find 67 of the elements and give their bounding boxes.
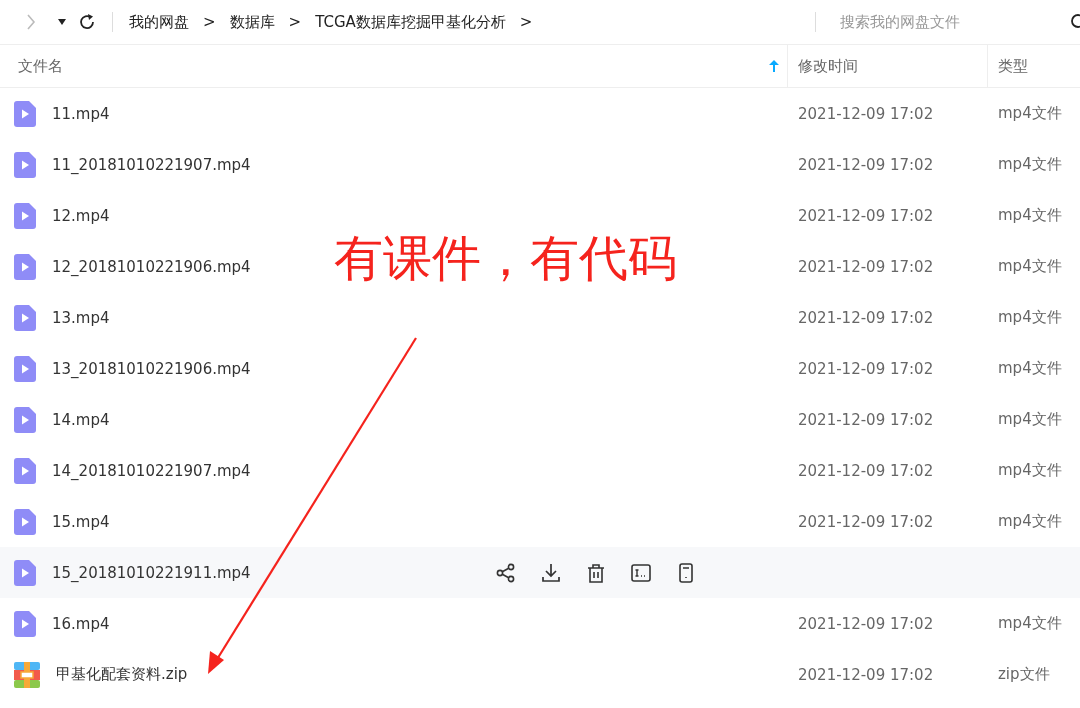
file-type: zip文件	[998, 665, 1050, 684]
file-type: mp4文件	[998, 155, 1062, 174]
file-type: mp4文件	[998, 257, 1062, 276]
download-icon[interactable]	[541, 562, 561, 583]
file-type: mp4文件	[998, 614, 1062, 633]
modified-time: 2021-12-09 17:02	[798, 308, 934, 327]
file-type: mp4文件	[998, 512, 1062, 531]
video-file-icon	[14, 457, 36, 484]
video-file-icon	[14, 559, 36, 586]
file-name: 13.mp4	[52, 308, 110, 327]
video-file-icon	[14, 304, 36, 331]
video-file-icon	[14, 355, 36, 382]
breadcrumb-link[interactable]: 数据库	[229, 12, 275, 32]
file-name: 12.mp4	[52, 206, 110, 225]
modified-time: 2021-12-09 17:02	[798, 155, 934, 174]
modified-time: 2021-12-09 17:02	[798, 410, 934, 429]
video-file-icon	[14, 151, 36, 178]
modified-time: 2021-12-09 17:02	[798, 512, 934, 531]
column-header[interactable]: 类型	[998, 56, 1028, 76]
video-file-icon	[14, 508, 36, 535]
breadcrumb-separator: >	[519, 13, 533, 31]
breadcrumb-link[interactable]: 我的网盘	[129, 12, 189, 32]
file-name: 11_20181010221907.mp4	[52, 155, 251, 174]
modified-time: 2021-12-09 17:02	[798, 665, 934, 684]
file-type: mp4文件	[998, 308, 1062, 327]
delete-icon[interactable]	[586, 562, 606, 583]
dropdown-icon[interactable]	[58, 19, 66, 25]
archive-file-icon	[14, 661, 40, 688]
table-row[interactable]: 15_20181010221911.mp4	[0, 547, 1080, 598]
file-type: mp4文件	[998, 104, 1062, 123]
search-field[interactable]: 搜索我的网盘文件	[840, 13, 1040, 31]
modified-time: 2021-12-09 17:02	[798, 257, 934, 276]
file-name: 14.mp4	[52, 410, 110, 429]
modified-time: 2021-12-09 17:02	[798, 104, 934, 123]
file-name: 11.mp4	[52, 104, 110, 123]
video-file-icon	[14, 253, 36, 280]
breadcrumb-separator: >	[288, 13, 302, 31]
modified-time: 2021-12-09 17:02	[798, 614, 934, 633]
file-name: 甲基化配套资料.zip	[56, 665, 188, 684]
file-name: 15.mp4	[52, 512, 110, 531]
file-name: 12_20181010221906.mp4	[52, 257, 251, 276]
video-file-icon	[14, 406, 36, 433]
modified-time: 2021-12-09 17:02	[798, 461, 934, 480]
share-icon[interactable]	[496, 562, 516, 583]
modified-time: 2021-12-09 17:02	[798, 206, 934, 225]
breadcrumb-link[interactable]: TCGA数据库挖掘甲基化分析	[315, 12, 506, 32]
sort-arrow-icon[interactable]	[769, 60, 779, 72]
file-name: 14_20181010221907.mp4	[52, 461, 251, 480]
file-type: mp4文件	[998, 206, 1062, 225]
file-type: mp4文件	[998, 461, 1062, 480]
file-type: mp4文件	[998, 359, 1062, 378]
modified-time: 2021-12-09 17:02	[798, 359, 934, 378]
rename-icon[interactable]	[631, 562, 651, 583]
breadcrumb-separator: >	[203, 13, 216, 31]
refresh-icon[interactable]	[78, 13, 96, 31]
file-type: mp4文件	[998, 410, 1062, 429]
file-name: 15_20181010221911.mp4	[52, 563, 251, 582]
video-file-icon	[14, 610, 36, 637]
column-header[interactable]: 文件名	[18, 56, 63, 76]
annotation-text: 有课件，有代码	[334, 232, 677, 286]
video-file-icon	[14, 100, 36, 127]
video-file-icon	[14, 202, 36, 229]
more-icon[interactable]	[676, 562, 696, 583]
file-name: 16.mp4	[52, 614, 110, 633]
file-name: 13_20181010221906.mp4	[52, 359, 251, 378]
column-header[interactable]: 修改时间	[798, 56, 858, 76]
search-icon[interactable]	[1070, 14, 1080, 30]
